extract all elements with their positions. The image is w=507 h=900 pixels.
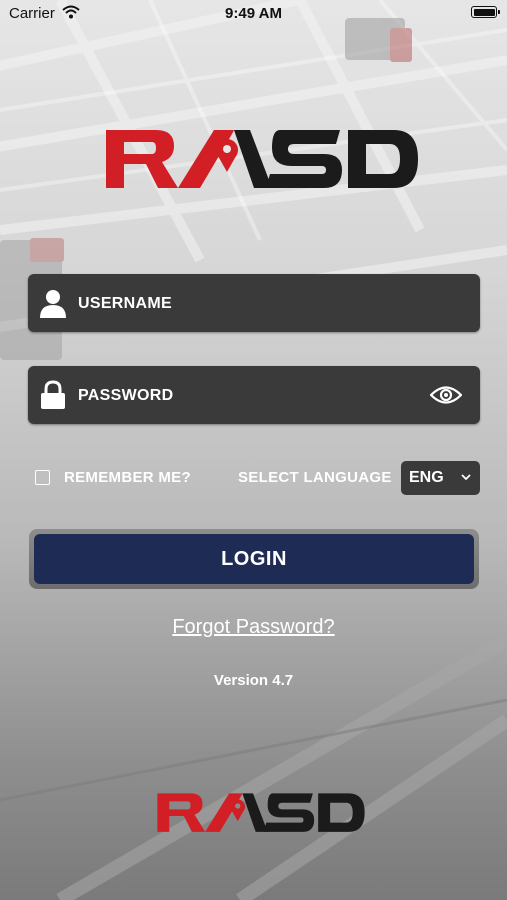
- remember-me-checkbox[interactable]: [35, 470, 50, 485]
- lock-icon: [41, 380, 65, 409]
- language-value: ENG: [409, 469, 444, 486]
- username-input[interactable]: [76, 274, 420, 334]
- user-icon: [40, 290, 66, 318]
- login-button[interactable]: LOGIN: [34, 534, 474, 584]
- password-field[interactable]: [28, 366, 480, 426]
- clock: 9:49 AM: [225, 5, 282, 22]
- rasd-footer-logo: [157, 793, 365, 832]
- rasd-logo: [106, 130, 418, 188]
- username-field[interactable]: [28, 274, 480, 334]
- eye-icon[interactable]: [430, 384, 462, 406]
- status-bar: Carrier 9:49 AM: [0, 0, 507, 28]
- language-select[interactable]: ENG: [401, 461, 480, 495]
- forgot-password-link[interactable]: Forgot Password?: [0, 616, 507, 639]
- chevron-down-icon: [461, 474, 471, 481]
- password-input[interactable]: [76, 366, 420, 426]
- remember-me-label[interactable]: REMEMBER ME?: [64, 469, 191, 486]
- select-language-label: SELECT LANGUAGE: [238, 469, 392, 486]
- version-label: Version 4.7: [213, 672, 294, 689]
- battery-icon: [471, 6, 500, 18]
